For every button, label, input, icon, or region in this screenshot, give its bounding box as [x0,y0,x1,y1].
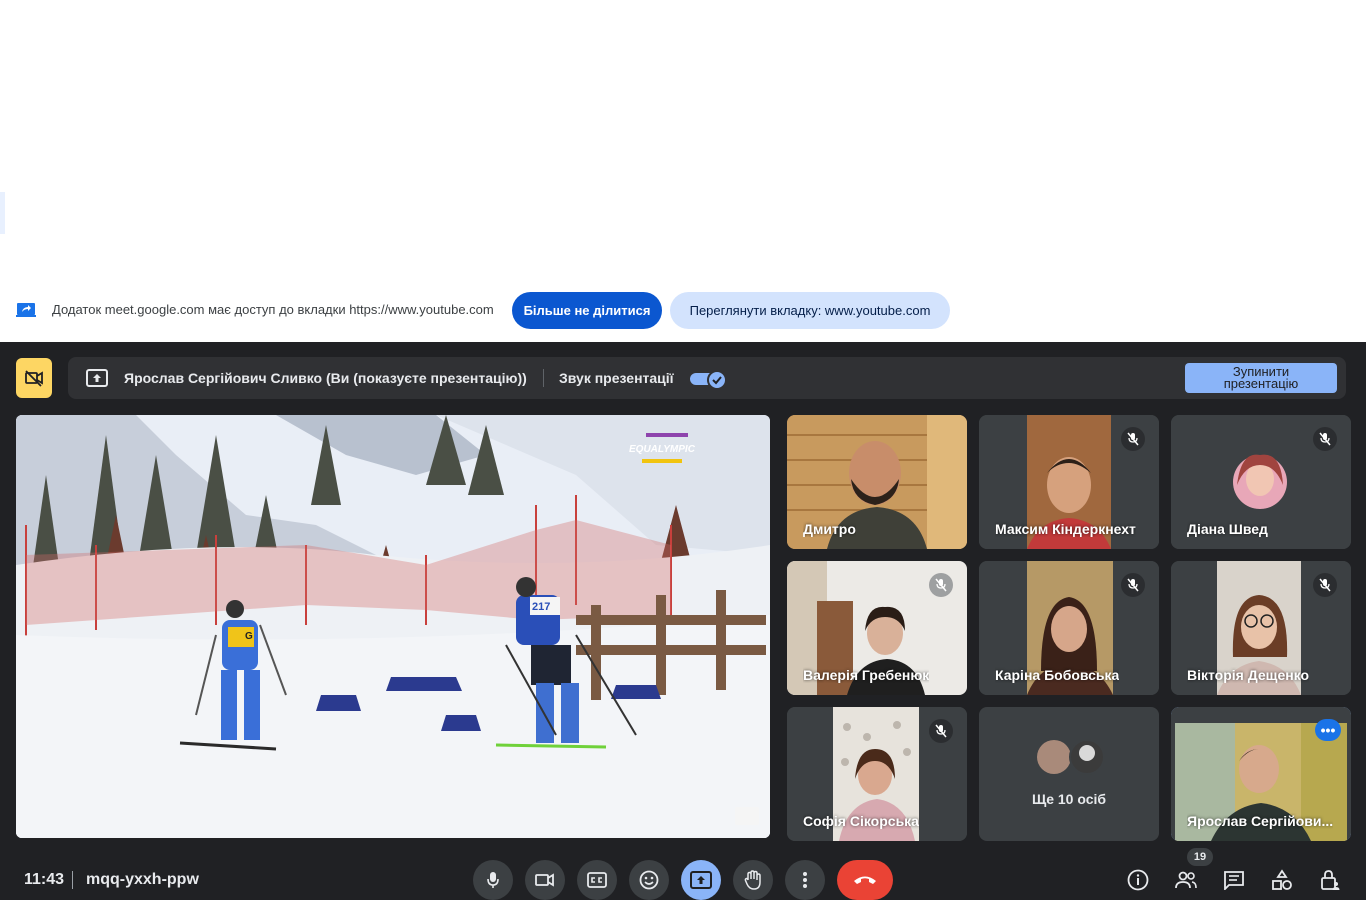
mic-off-icon [1121,573,1145,597]
stop-sharing-button[interactable]: Більше не ділитися [512,292,662,329]
videocam-off-icon [25,370,43,387]
participant-tile[interactable]: Каріна Бобовська [979,561,1159,695]
people-button[interactable] [1172,866,1200,894]
people-icon [1175,871,1197,889]
participant-name: Софія Сікорська [803,813,919,829]
screen-share-icon [16,303,36,317]
stop-presenting-button[interactable]: Зупинити презентацію [1185,363,1337,393]
present-button[interactable] [681,860,721,900]
mic-off-icon [1313,573,1337,597]
meeting-details-button[interactable] [1124,866,1152,894]
info-icon [1127,869,1149,891]
participant-tile[interactable]: Софія Сікорська [787,707,967,841]
microphone-button[interactable] [473,860,513,900]
participant-name: Дмитро [803,521,856,537]
host-controls-button[interactable] [1316,866,1344,894]
closed-caption-icon [587,872,607,888]
more-vert-icon [803,872,807,888]
camera-button[interactable] [525,860,565,900]
present-to-all-icon [86,369,108,387]
participant-name: Каріна Бобовська [995,667,1120,683]
more-options-button[interactable] [785,860,825,900]
presentation-audio-label: Звук презентації [559,370,674,386]
participant-tile[interactable]: Максим Кіндеркнехт [979,415,1159,549]
call-end-icon [854,876,876,884]
participant-name: Вікторія Дещенко [1187,667,1310,683]
mic-icon [487,872,499,888]
bib-number-left: G [245,631,253,642]
leave-call-button[interactable] [837,860,893,900]
check-icon [707,370,727,390]
presentation-camera-off-button[interactable] [16,358,52,398]
more-people-label: Ще 10 осіб [1031,791,1107,807]
chat-button[interactable] [1220,866,1248,894]
broadcast-logo-text: EQUALYMPIC [629,444,696,455]
mic-off-icon [1121,427,1145,451]
lock-person-icon [1321,870,1340,890]
participant-tile[interactable]: Вікторія Дещенко [1171,561,1351,695]
present-to-all-icon [690,871,712,889]
presented-tab-video: EQUALYMPIC G 217 [16,415,770,838]
reactions-button[interactable] [629,860,669,900]
sidebar-edge [0,192,5,234]
more-participants-tile[interactable]: Ще 10 осіб [979,707,1159,841]
self-participant-tile[interactable]: ••• Ярослав Сергійови... [1171,707,1351,841]
participant-name: Валерія Гребенюк [803,667,930,683]
presenter-title: Ярослав Сергійович Сливко (Ви (показуєте… [124,370,527,386]
mic-off-icon [1313,427,1337,451]
mic-off-icon [929,573,953,597]
meeting-code: mqq-yxxh-ppw [86,871,199,888]
chat-icon [1224,871,1244,890]
activities-button[interactable] [1268,866,1296,894]
emoji-icon [639,870,659,890]
presentation-audio-toggle[interactable] [690,370,728,390]
participant-name: Максим Кіндеркнехт [995,521,1136,537]
sharing-notice-text: Додаток meet.google.com має доступ до вк… [52,302,494,317]
participant-tile[interactable]: Діана Швед [1171,415,1351,549]
shapes-icon [1272,869,1292,890]
divider [72,871,73,889]
more-options-icon[interactable]: ••• [1315,719,1341,741]
hand-icon [744,870,761,890]
participant-tile[interactable]: Валерія Гребенюк [787,561,967,695]
videocam-icon [535,873,554,887]
participant-name: Ярослав Сергійови... [1187,813,1334,829]
raise-hand-button[interactable] [733,860,773,900]
people-count-badge: 19 [1187,848,1213,866]
view-tab-button[interactable]: Переглянути вкладку: www.youtube.com [670,292,950,329]
captions-button[interactable] [577,860,617,900]
clock: 11:43 [24,871,65,888]
participant-tile[interactable]: Дмитро [787,415,967,549]
bib-number-right: 217 [532,601,550,613]
participant-name: Діана Швед [1187,521,1268,537]
divider [543,369,544,387]
mic-off-icon [929,719,953,743]
browser-content-blank [0,0,1366,290]
